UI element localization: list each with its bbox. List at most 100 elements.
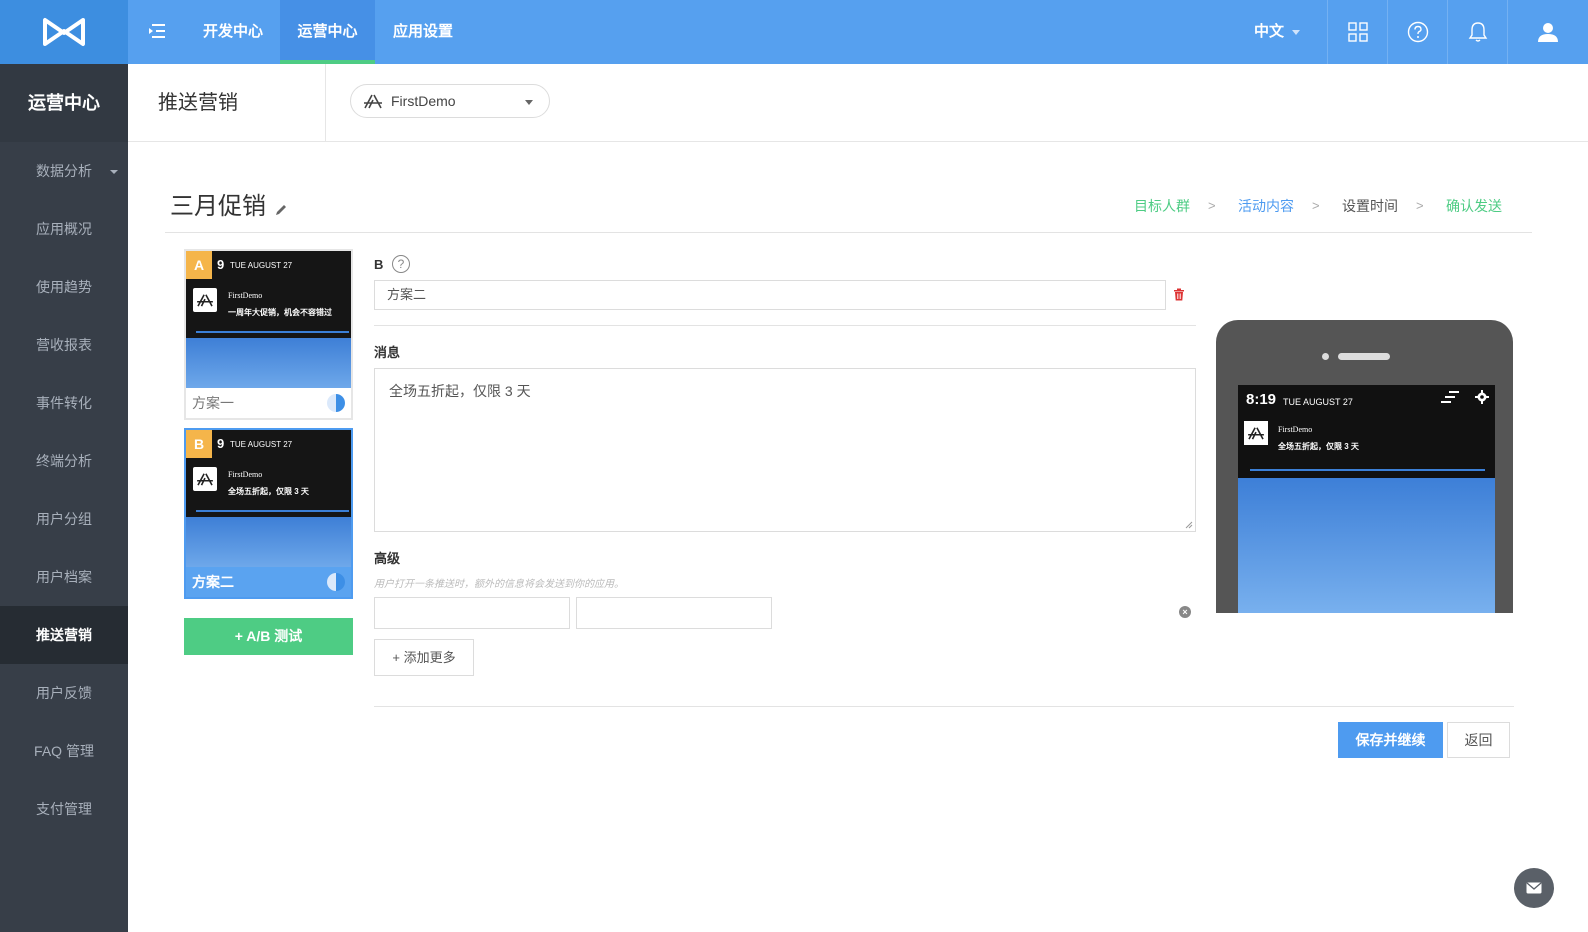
preview-time: 9 [217,436,225,451]
variant-name: 方案一 [192,395,234,411]
sidebar-title: 运营中心 [0,64,128,142]
sidebar-item-device-analysis[interactable]: 终端分析 [0,432,128,490]
message-label: 消息 [374,345,401,360]
chevron-down-icon [1292,29,1301,35]
phone-speaker [1338,353,1390,360]
variant-label: 方案一 [186,388,351,418]
nav-app-settings[interactable]: 应用设置 [380,0,466,64]
app-select-value: FirstDemo [391,93,456,109]
top-navbar: 开发中心 运营中心 应用设置 中文 [0,0,1588,64]
step-separator: > [1208,198,1216,213]
add-more-label: 添加更多 [403,650,456,665]
preview-message: 一周年大促销，机会不容错过 [228,308,332,317]
user-icon [1538,23,1558,42]
sidebar-item-usage-trend[interactable]: 使用趋势 [0,258,128,316]
variant-thumbnail: A 9 TUE AUGUST 27 FirstDemo 一周年大促销，机会不容错… [186,251,351,388]
sidebar-item-push-marketing[interactable]: 推送营销 [0,606,128,664]
chevron-down-icon [110,170,118,174]
sidebar-item-user-profiles[interactable]: 用户档案 [0,548,128,606]
sidebar-item-event-conversion[interactable]: 事件转化 [0,374,128,432]
step-campaign-content[interactable]: 活动内容 [1238,196,1294,216]
divider [1250,469,1485,471]
plus-icon: + [392,650,400,665]
back-button[interactable]: 返回 [1447,722,1510,758]
ab-test-label: A/B 测试 [246,628,303,644]
app-store-icon [364,94,382,109]
bell-icon [1468,22,1487,42]
sidebar-item-revenue-report[interactable]: 营收报表 [0,316,128,374]
preview-date: TUE AUGUST 27 [1283,397,1353,407]
help-icon [1407,21,1428,43]
apps-grid-button[interactable] [1327,0,1387,64]
mail-icon [1526,882,1542,894]
app-select[interactable]: FirstDemo [350,84,550,118]
variant-label: 方案二 [186,567,351,597]
user-button[interactable] [1507,0,1588,64]
menu-toggle-icon[interactable] [148,22,168,42]
feedback-chat-button[interactable] [1514,868,1554,908]
phone-preview: 8:19 TUE AUGUST 27 FirstDemo 全场五折起，仅限 3 … [1216,320,1513,613]
extra-key-input[interactable] [374,597,570,629]
pencil-icon[interactable] [274,203,288,220]
step-separator: > [1312,198,1320,213]
trash-icon[interactable] [1173,288,1185,304]
step-target-audience[interactable]: 目标人群 [1134,196,1190,216]
variant-thumbnail: B 9 TUE AUGUST 27 FirstDemo 全场五折起，仅限 3 天 [186,430,351,567]
preview-time: 8:19 [1246,391,1277,408]
language-select[interactable]: 中文 [1254,0,1301,64]
save-continue-button[interactable]: 保存并继续 [1338,722,1443,758]
divider [196,331,349,333]
variant-card-a[interactable]: A 9 TUE AUGUST 27 FirstDemo 一周年大促销，机会不容错… [184,249,353,420]
ab-test-button[interactable]: + A/B 测试 [184,618,353,655]
sidebar-item-user-feedback[interactable]: 用户反馈 [0,664,128,722]
help-icon[interactable]: ? [392,255,410,273]
wallpaper [1238,478,1495,613]
app-store-icon [1244,421,1268,445]
preview-message: 全场五折起，仅限 3 天 [228,487,309,496]
divider [374,706,1514,707]
wallpaper [186,517,351,567]
logo[interactable] [0,0,128,64]
nav-ops-center[interactable]: 运营中心 [280,0,375,64]
sidebar-item-payments[interactable]: 支付管理 [0,780,128,838]
resize-handle-icon[interactable] [1185,521,1193,529]
preview-date: TUE AUGUST 27 [230,440,293,449]
advanced-label: 高级 [374,551,401,566]
nav-dev-center[interactable]: 开发中心 [190,0,276,64]
close-icon[interactable]: × [1179,606,1191,618]
step-set-time[interactable]: 设置时间 [1342,196,1398,216]
message-text: 全场五折起，仅限 3 天 [389,383,531,399]
message-textarea[interactable]: 全场五折起，仅限 3 天 [374,368,1196,532]
variant-name-input[interactable]: 方案二 [374,280,1166,310]
add-more-button[interactable]: + 添加更多 [374,639,474,676]
step-separator: > [1416,198,1424,213]
preview-app-name: FirstDemo [228,470,263,479]
language-label: 中文 [1254,23,1285,40]
page-title: 推送营销 [158,92,238,114]
preview-message: 全场五折起，仅限 3 天 [1278,442,1359,451]
campaign-title: 三月促销 [170,193,266,220]
variant-badge: A [186,251,212,279]
sidebar-item-app-overview[interactable]: 应用概况 [0,200,128,258]
split-pie-icon [327,394,345,412]
preview-app-name: FirstDemo [1278,425,1313,434]
divider [374,325,1196,326]
sidebar-item-data-analysis[interactable]: 数据分析 [0,142,128,200]
preview-time: 9 [217,257,225,272]
phone-screen: 8:19 TUE AUGUST 27 FirstDemo 全场五折起，仅限 3 … [1238,385,1495,613]
sidebar-item-label: 数据分析 [36,163,92,179]
variant-name-label: B [374,257,384,272]
help-button[interactable] [1387,0,1447,64]
plus-icon: + [234,628,243,644]
notifications-button[interactable] [1447,0,1507,64]
sidebar-item-user-groups[interactable]: 用户分组 [0,490,128,548]
advanced-hint: 用户打开一条推送时，额外的信息将会发送到你的应用。 [374,579,624,590]
extra-value-input[interactable] [576,597,772,629]
variant-card-b[interactable]: B 9 TUE AUGUST 27 FirstDemo 全场五折起，仅限 3 天… [184,428,353,599]
step-confirm-send[interactable]: 确认发送 [1446,196,1502,216]
status-icons [1441,390,1489,407]
chevron-down-icon [525,100,533,105]
split-pie-icon [327,573,345,591]
sidebar-item-faq[interactable]: FAQ 管理 [0,722,128,780]
gear-icon [1475,390,1489,404]
